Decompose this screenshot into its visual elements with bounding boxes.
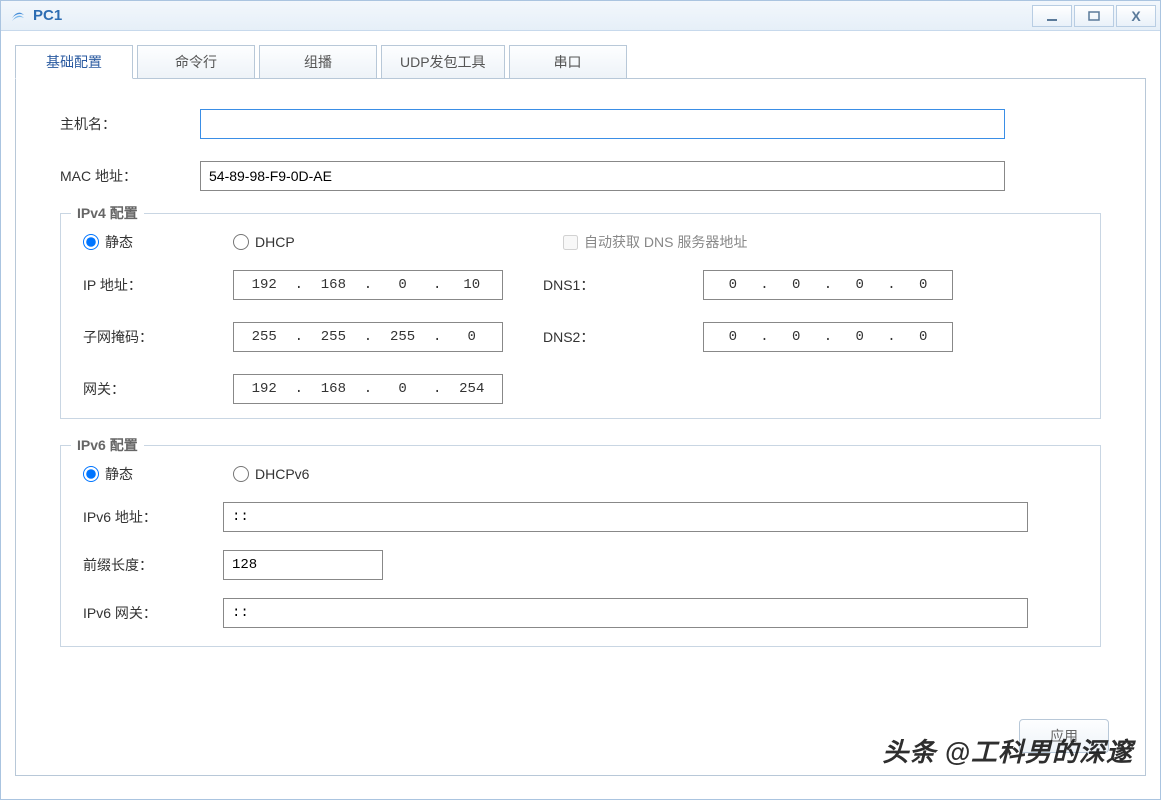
ipv6-static-radio[interactable]	[83, 466, 99, 482]
ipv4-static-label: 静态	[105, 232, 133, 252]
ipv6-gateway-input[interactable]	[223, 598, 1028, 628]
dns2-input[interactable]: 0. 0. 0. 0	[703, 322, 953, 352]
mask-label: 子网掩码：	[83, 327, 193, 347]
ipv6-prefix-input[interactable]	[223, 550, 383, 580]
ipv6-gw-label: IPv6 网关：	[83, 603, 223, 623]
ip-address-input[interactable]: 192. 168. 0. 10	[233, 270, 503, 300]
ipv6-addr-label: IPv6 地址：	[83, 507, 223, 527]
ipv4-legend: IPv4 配置	[71, 203, 144, 223]
dns2-label: DNS2：	[543, 327, 663, 347]
titlebar: PC1 X	[1, 1, 1160, 31]
close-button[interactable]: X	[1116, 5, 1156, 27]
content: 基础配置 命令行 组播 UDP发包工具 串口 主机名： MAC 地址： IPv4…	[1, 31, 1160, 799]
window-controls: X	[1032, 5, 1156, 27]
ipv6-fieldset: IPv6 配置 静态 DHCPv6 IPv6 地址： 前	[60, 445, 1101, 647]
basic-panel: 主机名： MAC 地址： IPv4 配置 静态 DHCP	[15, 78, 1146, 776]
ipv6-dhcp-radio[interactable]	[233, 466, 249, 482]
tab-cmd[interactable]: 命令行	[137, 45, 255, 79]
mac-input[interactable]	[200, 161, 1005, 191]
gateway-label: 网关：	[83, 379, 193, 399]
ipv6-dhcp-option[interactable]: DHCPv6	[233, 466, 383, 482]
tab-udp[interactable]: UDP发包工具	[381, 45, 505, 79]
minimize-button[interactable]	[1032, 5, 1072, 27]
gateway-input[interactable]: 192. 168. 0. 254	[233, 374, 503, 404]
ipv4-dhcp-radio[interactable]	[233, 234, 249, 250]
ipv6-address-input[interactable]	[223, 502, 1028, 532]
ipv4-dhcp-label: DHCP	[255, 234, 295, 250]
ipv6-legend: IPv6 配置	[71, 435, 144, 455]
ipv4-dhcp-option[interactable]: DHCP	[233, 234, 563, 250]
dns1-input[interactable]: 0. 0. 0. 0	[703, 270, 953, 300]
tab-serial[interactable]: 串口	[509, 45, 627, 79]
ipv6-static-option[interactable]: 静态	[83, 464, 233, 484]
dns1-label: DNS1：	[543, 275, 663, 295]
tab-basic[interactable]: 基础配置	[15, 45, 133, 79]
maximize-button[interactable]	[1074, 5, 1114, 27]
mac-label: MAC 地址：	[60, 166, 200, 186]
ipv4-fieldset: IPv4 配置 静态 DHCP 自动获取 DNS 服务器地址	[60, 213, 1101, 419]
apply-button[interactable]: 应用	[1019, 719, 1109, 753]
tab-multicast[interactable]: 组播	[259, 45, 377, 79]
window-title: PC1	[33, 7, 1032, 24]
ipv6-static-label: 静态	[105, 464, 133, 484]
app-icon	[9, 7, 27, 25]
auto-dns-label: 自动获取 DNS 服务器地址	[584, 232, 747, 252]
ipv4-static-option[interactable]: 静态	[83, 232, 233, 252]
auto-dns-checkbox[interactable]	[563, 235, 578, 250]
hostname-input[interactable]	[200, 109, 1005, 139]
app-window: PC1 X 基础配置 命令行 组播 UDP发包工具 串口 主机名： MAC 地址…	[0, 0, 1161, 800]
ip-label: IP 地址：	[83, 275, 193, 295]
hostname-label: 主机名：	[60, 114, 200, 134]
ipv4-static-radio[interactable]	[83, 234, 99, 250]
ipv6-dhcp-label: DHCPv6	[255, 466, 309, 482]
subnet-mask-input[interactable]: 255. 255. 255. 0	[233, 322, 503, 352]
auto-dns-option[interactable]: 自动获取 DNS 服务器地址	[563, 232, 747, 252]
ipv6-prefix-label: 前缀长度：	[83, 555, 223, 575]
tab-bar: 基础配置 命令行 组播 UDP发包工具 串口	[15, 45, 1146, 79]
